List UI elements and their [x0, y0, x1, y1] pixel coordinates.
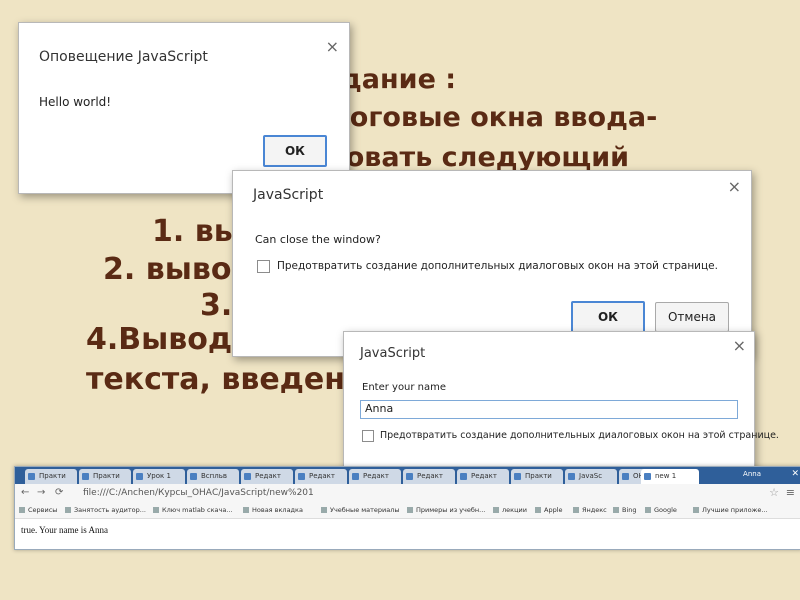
slide-heading-line3: зовать следующий	[330, 142, 630, 173]
browser-tab[interactable]: Практи	[511, 469, 563, 484]
prevent-dialogs-label: Предотвратить создание дополнительных ди…	[277, 260, 718, 272]
tab-favicon-icon	[244, 473, 251, 480]
bookmarks-bar: Сервисы Занятость аудитор... Ключ matlab…	[15, 504, 800, 519]
tab-favicon-icon	[190, 473, 197, 480]
slide-item-4-cont: текста, введен	[86, 362, 345, 397]
browser-tab[interactable]: Редакт	[349, 469, 401, 484]
prevent-dialogs-checkbox[interactable]	[257, 260, 270, 273]
slide-heading-line2: логовые окна ввода-	[330, 102, 658, 133]
browser-tab[interactable]: Редакт	[241, 469, 293, 484]
menu-icon[interactable]: ≡	[786, 486, 795, 499]
alert-message: Hello world!	[39, 95, 112, 109]
tab-favicon-icon	[82, 473, 89, 480]
tab-favicon-icon	[136, 473, 143, 480]
slide-item-3: 3.	[200, 288, 233, 323]
tab-strip: Практи Практи Урок 1 Вспльв Редакт Редак…	[15, 467, 800, 484]
bookmark-item[interactable]: Примеры из учебн...	[407, 506, 485, 514]
bookmark-item[interactable]: Учебные материалы	[321, 506, 400, 514]
bookmark-item[interactable]: Новая вкладка	[243, 506, 303, 514]
confirm-dialog: JavaScript × Can close the window? Предо…	[232, 170, 752, 357]
reload-icon[interactable]: ⟳	[55, 487, 63, 498]
prevent-dialogs-checkbox[interactable]	[362, 430, 374, 442]
name-input[interactable]: Anna	[360, 400, 738, 419]
prevent-dialogs-label: Предотвратить создание дополнительных ди…	[380, 430, 779, 441]
close-icon[interactable]: ×	[326, 37, 339, 56]
address-bar-row: ← → ⟳ file:///C:/Anchen/Курсы_ОНАС/JavaS…	[15, 484, 800, 505]
bookmark-star-icon[interactable]: ☆	[769, 486, 779, 499]
browser-tab[interactable]: Практи	[79, 469, 131, 484]
tab-favicon-icon	[622, 473, 629, 480]
browser-tab[interactable]: Редакт	[457, 469, 509, 484]
browser-window: Практи Практи Урок 1 Вспльв Редакт Редак…	[14, 466, 800, 550]
bookmark-item[interactable]: Google	[645, 506, 677, 514]
tab-favicon-icon	[644, 473, 651, 480]
browser-tab[interactable]: Практи	[25, 469, 77, 484]
bookmark-item[interactable]: Bing	[613, 506, 637, 514]
alert-title: Оповещение JavaScript	[39, 49, 208, 65]
bookmark-item[interactable]: Сервисы	[19, 506, 57, 514]
browser-tab[interactable]: Редакт	[295, 469, 347, 484]
prompt-title: JavaScript	[360, 346, 426, 361]
cancel-button[interactable]: Отмена	[655, 302, 729, 332]
tab-favicon-icon	[406, 473, 413, 480]
window-close-icon[interactable]: ✕	[791, 469, 799, 479]
tab-favicon-icon	[460, 473, 467, 480]
bookmark-item[interactable]: Ключ matlab скача...	[153, 506, 233, 514]
page-output-text: true. Your name is Anna	[21, 525, 108, 535]
close-icon[interactable]: ×	[733, 336, 746, 355]
slide-heading-line1: дание :	[340, 64, 457, 95]
bookmark-item[interactable]: Apple	[535, 506, 563, 514]
ok-button[interactable]: ОК	[263, 135, 327, 167]
tab-favicon-icon	[298, 473, 305, 480]
slide-item-2: 2. выво	[103, 252, 232, 287]
prompt-dialog: JavaScript × Enter your name Anna Предот…	[343, 331, 779, 478]
forward-icon[interactable]: →	[37, 487, 45, 498]
browser-tab[interactable]: JavaSc	[565, 469, 617, 484]
alert-dialog: Оповещение JavaScript × Hello world! ОК	[18, 22, 350, 194]
confirm-title: JavaScript	[253, 187, 324, 203]
bookmark-item[interactable]: Занятость аудитор...	[65, 506, 146, 514]
url-field[interactable]: file:///C:/Anchen/Курсы_ОНАС/JavaScript/…	[83, 488, 314, 498]
close-icon[interactable]: ×	[728, 177, 741, 196]
tab-favicon-icon	[352, 473, 359, 480]
prompt-message: Enter your name	[362, 382, 447, 393]
confirm-message: Can close the window?	[255, 233, 381, 246]
back-icon[interactable]: ←	[21, 487, 29, 498]
bookmark-item[interactable]: Лучшие приложе...	[693, 506, 768, 514]
tab-favicon-icon	[514, 473, 521, 480]
tab-favicon-icon	[28, 473, 35, 480]
ok-button[interactable]: ОК	[571, 301, 645, 333]
browser-tab[interactable]: Вспльв	[187, 469, 239, 484]
browser-tab[interactable]: Урок 1	[133, 469, 185, 484]
tab-favicon-icon	[568, 473, 575, 480]
slide-item-1: 1. вы	[152, 214, 241, 249]
bookmark-item[interactable]: лекции	[493, 506, 527, 514]
slide-item-4: 4.Вывод	[86, 322, 233, 357]
browser-tab-active[interactable]: new 1	[641, 469, 699, 484]
profile-name[interactable]: Anna	[743, 470, 761, 478]
bookmark-item[interactable]: Яндекс	[573, 506, 607, 514]
browser-tab[interactable]: Редакт	[403, 469, 455, 484]
